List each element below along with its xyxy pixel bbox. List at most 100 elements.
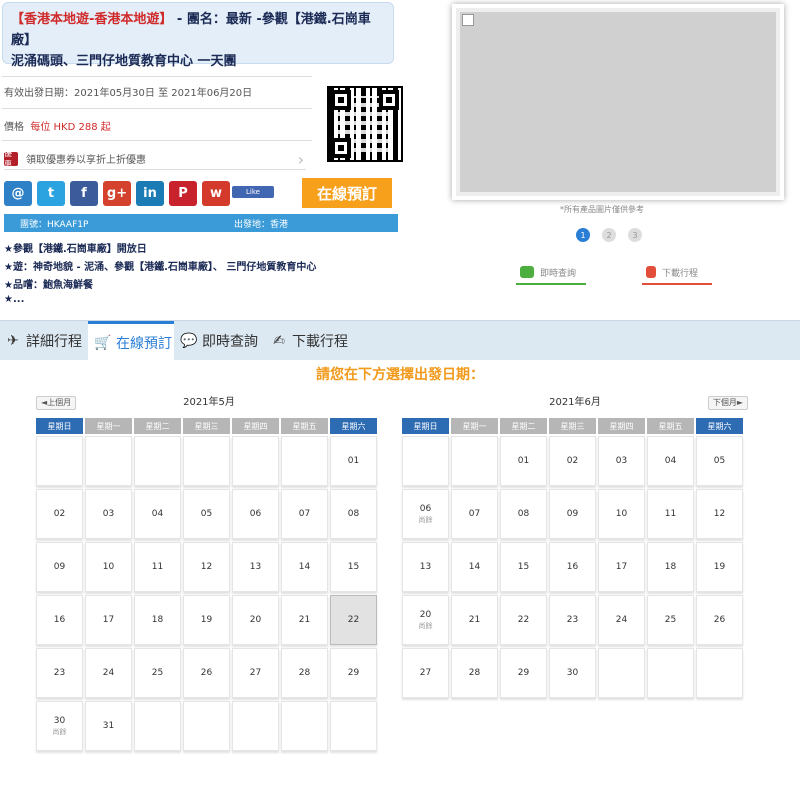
instant-enquiry-link[interactable]: 即時查詢 [520, 260, 576, 284]
calendar-day[interactable]: 22 [330, 595, 377, 645]
calendar-day[interactable]: 02 [549, 436, 596, 486]
calendar-day[interactable]: 09 [549, 489, 596, 539]
calendar-day[interactable]: 03 [85, 489, 132, 539]
cart-icon: 🛒 [94, 334, 112, 351]
weekday-label: 星期日 [36, 418, 83, 434]
calendar-day[interactable]: 17 [598, 542, 645, 592]
book-online-button[interactable]: 在線預訂 [302, 178, 392, 208]
tab-download[interactable]: ✍ 下載行程 [270, 321, 348, 361]
calendar-day[interactable]: 11 [134, 542, 181, 592]
next-month-button[interactable]: 下個月► [707, 396, 748, 410]
day-number: 24 [102, 668, 115, 678]
weekday-header: 星期日 星期一 星期二 星期三 星期四 星期五 星期六 [402, 418, 748, 434]
calendar-day[interactable]: 14 [281, 542, 328, 592]
twitter-share-icon[interactable]: t [37, 181, 65, 206]
email-share-icon[interactable]: @ [4, 181, 32, 206]
calendar-day[interactable]: 12 [183, 542, 230, 592]
calendar-day[interactable]: 14 [451, 542, 498, 592]
calendar-day[interactable]: 16 [549, 542, 596, 592]
calendar-day[interactable]: 24 [598, 595, 645, 645]
calendar-day[interactable]: 01 [330, 436, 377, 486]
tab-itinerary[interactable]: ✈ 詳細行程 [4, 321, 82, 361]
calendar-day[interactable]: 22 [500, 595, 547, 645]
carousel-dot[interactable]: 1 [576, 228, 590, 242]
calendar-day[interactable]: 19 [696, 542, 743, 592]
calendar-day[interactable]: 23 [549, 595, 596, 645]
day-number: 12 [713, 509, 726, 519]
day-number: 12 [200, 562, 213, 572]
feature-line: ★品嚐：鮑魚海鮮餐 [4, 280, 93, 291]
download-itinerary-link[interactable]: 下載行程 [646, 260, 698, 284]
calendar-day[interactable]: 18 [134, 595, 181, 645]
calendar-day[interactable]: 06 [232, 489, 279, 539]
calendar-day[interactable]: 04 [134, 489, 181, 539]
feature-line: ★遊：神奇地貌 - 泥涌、參觀【港鐵.石崗車廠】、 三門仔地質教育中心 [4, 262, 317, 273]
calendar-day[interactable]: 08 [330, 489, 377, 539]
calendar-day[interactable]: 25 [647, 595, 694, 645]
day-number: 09 [566, 509, 579, 519]
calendar-day[interactable]: 27 [402, 648, 449, 698]
calendar-day[interactable]: 28 [451, 648, 498, 698]
calendar-day[interactable]: 29 [500, 648, 547, 698]
pinterest-share-icon[interactable]: P [169, 181, 197, 206]
weekday-label: 星期五 [281, 418, 328, 434]
day-number: 26 [713, 615, 726, 625]
calendar-day[interactable]: 23 [36, 648, 83, 698]
feature-line: ★... [4, 294, 25, 302]
day-number: 25 [664, 615, 677, 625]
carousel-dot[interactable]: 2 [602, 228, 616, 242]
calendar-day[interactable]: 10 [598, 489, 645, 539]
facebook-share-icon[interactable]: f [70, 181, 98, 206]
tab-label: 在線預訂 [116, 335, 172, 352]
calendar-day[interactable]: 24 [85, 648, 132, 698]
calendar-day[interactable]: 30 尚餘 [36, 701, 83, 751]
calendar-day[interactable]: 21 [451, 595, 498, 645]
calendar-day[interactable]: 13 [402, 542, 449, 592]
calendar-day[interactable]: 05 [183, 489, 230, 539]
tab-enquiry[interactable]: 💬 即時查詢 [180, 321, 258, 361]
calendar-day[interactable]: 25 [134, 648, 181, 698]
calendar-day[interactable]: 02 [36, 489, 83, 539]
coupon-link[interactable]: 優惠 領取優惠券以享折上折優惠 › [4, 148, 306, 170]
calendar-day[interactable]: 31 [85, 701, 132, 751]
calendar-day[interactable]: 17 [85, 595, 132, 645]
calendar-day[interactable]: 09 [36, 542, 83, 592]
calendar-day[interactable]: 13 [232, 542, 279, 592]
calendar-day[interactable]: 07 [281, 489, 328, 539]
weibo-share-icon[interactable]: w [202, 181, 230, 206]
calendar-day[interactable]: 30 [549, 648, 596, 698]
weekday-label: 星期三 [183, 418, 230, 434]
calendar-day[interactable]: 16 [36, 595, 83, 645]
calendar-day[interactable]: 11 [647, 489, 694, 539]
googleplus-share-icon[interactable]: g+ [103, 181, 131, 206]
calendar-day[interactable]: 27 [232, 648, 279, 698]
calendar-day[interactable]: 08 [500, 489, 547, 539]
calendar-day[interactable]: 20 [232, 595, 279, 645]
calendar-day[interactable]: 12 [696, 489, 743, 539]
tab-book-online[interactable]: 🛒 在線預訂 [88, 321, 174, 361]
carousel-dots: 1 2 3 [576, 228, 642, 242]
facebook-like-button[interactable]: Like [232, 186, 274, 198]
calendar-day[interactable]: 28 [281, 648, 328, 698]
day-number: 07 [468, 509, 481, 519]
calendar-day[interactable]: 10 [85, 542, 132, 592]
calendar-empty-cell [281, 436, 328, 486]
calendar-day[interactable]: 15 [330, 542, 377, 592]
calendar-day[interactable]: 06 尚餘 [402, 489, 449, 539]
calendar-day[interactable]: 04 [647, 436, 694, 486]
calendar-day[interactable]: 21 [281, 595, 328, 645]
calendar-day[interactable]: 18 [647, 542, 694, 592]
linkedin-share-icon[interactable]: in [136, 181, 164, 206]
calendar-day[interactable]: 29 [330, 648, 377, 698]
calendar-day[interactable]: 05 [696, 436, 743, 486]
calendar-day[interactable]: 03 [598, 436, 645, 486]
calendar-day[interactable]: 19 [183, 595, 230, 645]
calendar-day[interactable]: 01 [500, 436, 547, 486]
calendar-day[interactable]: 26 [696, 595, 743, 645]
prev-month-button[interactable]: ◄上個月 [36, 396, 77, 410]
calendar-day[interactable]: 26 [183, 648, 230, 698]
carousel-dot[interactable]: 3 [628, 228, 642, 242]
calendar-day[interactable]: 20 尚餘 [402, 595, 449, 645]
calendar-day[interactable]: 15 [500, 542, 547, 592]
calendar-day[interactable]: 07 [451, 489, 498, 539]
